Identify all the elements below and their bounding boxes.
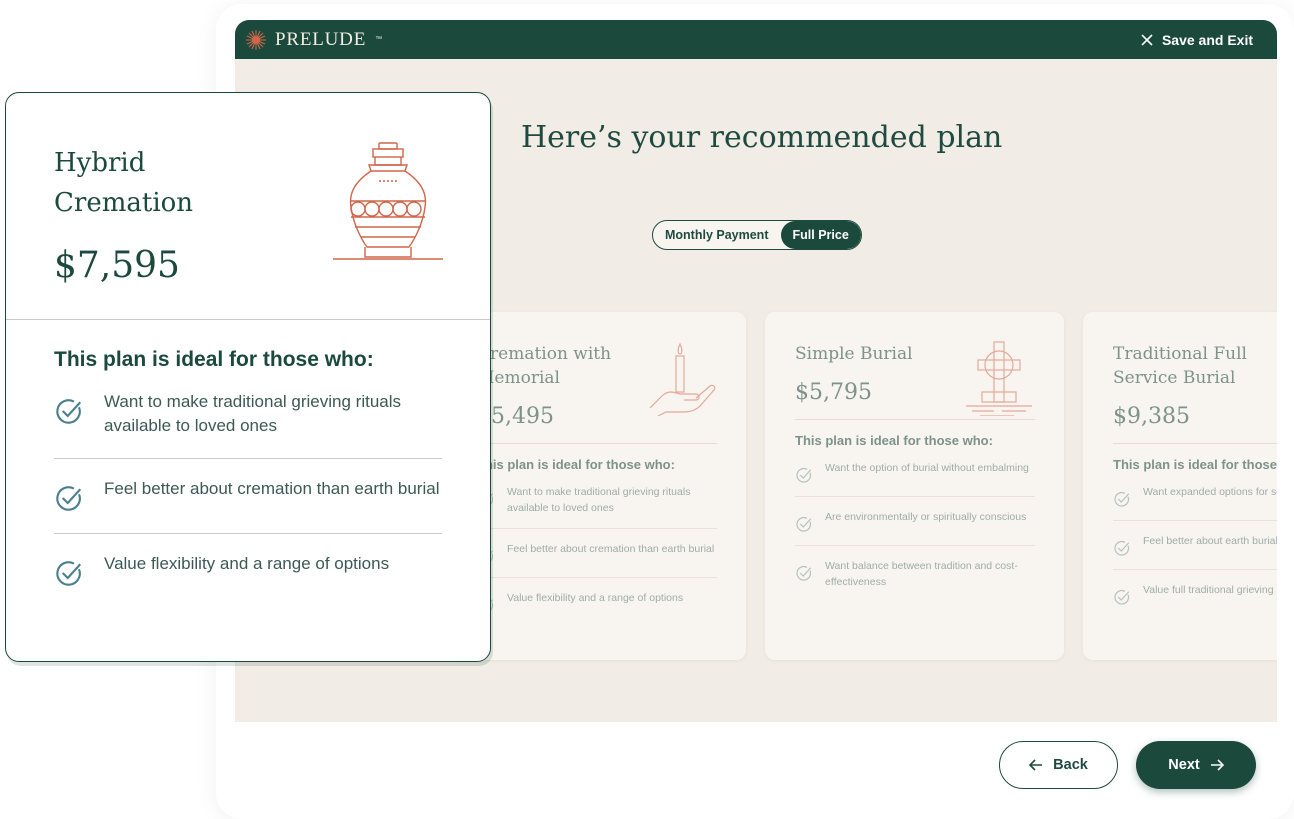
- featured-plan-subtitle: This plan is ideal for those who:: [54, 348, 374, 371]
- payment-toggle: Monthly Payment Full Price: [652, 220, 862, 250]
- trademark-symbol: ™: [375, 36, 383, 43]
- plan-card-list: Want expanded options for service Feel b…: [1113, 472, 1277, 618]
- plan-card-title: Cremation with Memorial: [477, 344, 612, 388]
- top-bar: PRELUDE ™ Save and Exit: [235, 20, 1277, 59]
- list-item: Want the option of burial without embalm…: [795, 448, 1035, 497]
- list-item: Want expanded options for service: [1113, 472, 1277, 521]
- list-item: Feel better about earth burial than crem…: [1113, 521, 1277, 570]
- list-item-text: Feel better about earth burial than crem…: [1143, 535, 1277, 547]
- plan-card-divider: [1113, 443, 1277, 444]
- check-circle-icon: [796, 516, 812, 532]
- urn-icon: [333, 142, 443, 260]
- plan-card-price: $9,385: [1113, 404, 1190, 429]
- featured-plan-card-hybrid-cremation[interactable]: Hybrid Cremation $7,595 This plan is ide…: [5, 92, 491, 662]
- list-item-text: Want balance between tradition and cost-…: [825, 560, 1018, 588]
- back-button[interactable]: Back: [999, 741, 1118, 789]
- list-item-text: Value flexibility and a range of options: [507, 592, 684, 604]
- list-item-text: Want to make traditional grieving ritual…: [104, 392, 402, 435]
- plan-card-traditional-burial[interactable]: Traditional Full Service Burial $9,385 T…: [1083, 312, 1277, 660]
- list-item-text: Value full traditional grieving: [1143, 584, 1274, 596]
- back-button-label: Back: [1053, 757, 1088, 773]
- list-item: Want to make traditional grieving ritual…: [54, 372, 442, 459]
- save-and-exit-label: Save and Exit: [1161, 31, 1253, 48]
- plan-card-list: Want the option of burial without embalm…: [795, 448, 1035, 602]
- list-item-text: Want expanded options for service: [1143, 486, 1277, 498]
- list-item-text: Want the option of burial without embalm…: [825, 462, 1029, 474]
- list-item: Value flexibility and a range of options: [477, 578, 717, 626]
- plan-card-divider: [795, 419, 1035, 420]
- arrow-left-icon: [1029, 759, 1043, 771]
- check-circle-icon: [1114, 491, 1130, 507]
- featured-plan-header: Hybrid Cremation $7,595: [6, 93, 490, 320]
- brand-logo[interactable]: PRELUDE ™: [245, 29, 382, 51]
- plan-card-subtitle: This plan is ideal for those who:: [795, 433, 993, 448]
- check-circle-icon: [56, 561, 82, 586]
- next-button[interactable]: Next: [1136, 741, 1256, 789]
- list-item: Value full traditional grieving: [1113, 570, 1277, 618]
- featured-plan-title: Hybrid Cremation: [54, 148, 194, 218]
- celtic-cross-icon: [966, 341, 1032, 416]
- check-circle-icon: [56, 486, 82, 511]
- list-item: Want balance between tradition and cost-…: [795, 546, 1035, 602]
- footer-bar: [235, 722, 1277, 818]
- list-item: Are environmentally or spiritually consc…: [795, 497, 1035, 546]
- featured-plan-body: This plan is ideal for those who: Want t…: [6, 320, 490, 608]
- list-item: Feel better about cremation than earth b…: [54, 459, 442, 534]
- brand-name: PRELUDE: [275, 28, 367, 50]
- list-item: Value flexibility and a range of options: [54, 534, 442, 608]
- check-circle-icon: [56, 399, 82, 424]
- check-circle-icon: [796, 467, 812, 483]
- next-button-label: Next: [1168, 757, 1200, 773]
- save-and-exit-button[interactable]: Save and Exit: [1141, 32, 1253, 48]
- plan-card-divider: [477, 443, 717, 444]
- plan-card-subtitle: This plan is ideal for those who:: [477, 457, 675, 472]
- list-item-text: Feel better about cremation than earth b…: [104, 479, 440, 498]
- toggle-full-price[interactable]: Full Price: [780, 221, 861, 249]
- plan-card-title: Simple Burial: [795, 344, 913, 364]
- close-icon: [1141, 33, 1153, 46]
- arrow-right-icon: [1210, 759, 1224, 771]
- plan-card-cremation-memorial[interactable]: Cremation with Memorial $5,495 This plan…: [447, 312, 746, 660]
- list-item: Feel better about cremation than earth b…: [477, 529, 717, 578]
- plan-card-title: Traditional Full Service Burial: [1113, 344, 1247, 388]
- list-item-text: Are environmentally or spiritually consc…: [825, 511, 1027, 523]
- check-circle-icon: [1114, 540, 1130, 556]
- check-circle-icon: [1114, 589, 1130, 605]
- toggle-monthly-payment[interactable]: Monthly Payment: [653, 221, 781, 249]
- plan-card-subtitle: This plan is ideal for those who:: [1113, 457, 1277, 472]
- list-item-text: Feel better about cremation than earth b…: [507, 543, 715, 555]
- plan-card-list: Want to make traditional grieving ritual…: [477, 472, 717, 626]
- list-item-text: Want to make traditional grieving ritual…: [507, 486, 691, 514]
- featured-plan-list: Want to make traditional grieving ritual…: [54, 372, 442, 608]
- page-title: Here’s your recommended plan: [521, 120, 1003, 155]
- list-item-text: Value flexibility and a range of options: [104, 554, 390, 573]
- candle-hand-icon: [649, 342, 716, 416]
- list-item: Want to make traditional grieving ritual…: [477, 472, 717, 529]
- sunburst-icon: [246, 29, 266, 50]
- check-circle-icon: [796, 565, 812, 581]
- plan-card-simple-burial[interactable]: Simple Burial $5,795 This plan is ideal …: [765, 312, 1064, 660]
